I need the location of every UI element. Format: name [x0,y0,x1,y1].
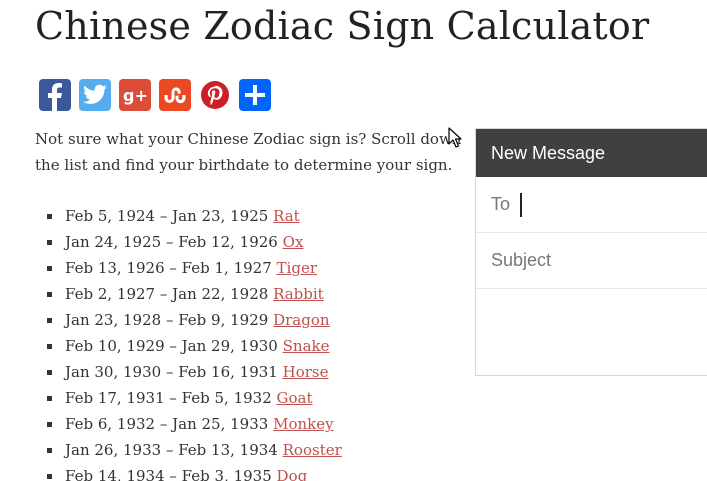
zodiac-date-range: Feb 14, 1934 – Feb 3, 1935 [65,467,272,481]
share-plus-icon [245,85,265,105]
text-caret [520,192,523,217]
compose-header[interactable]: New Message [476,129,707,177]
zodiac-list-item: Jan 26, 1933 – Feb 13, 1934 Rooster [47,437,342,463]
zodiac-list-item: Feb 10, 1929 – Jan 29, 1930 Snake [47,333,342,359]
zodiac-date-range: Feb 17, 1931 – Feb 5, 1932 [65,389,272,407]
zodiac-list-item: Feb 2, 1927 – Jan 22, 1928 Rabbit [47,281,342,307]
message-body-field[interactable] [476,289,707,377]
zodiac-sign-link[interactable]: Ox [283,233,304,251]
zodiac-date-range: Jan 30, 1930 – Feb 16, 1931 [65,363,278,381]
facebook-icon [48,83,62,111]
zodiac-list-item: Jan 24, 1925 – Feb 12, 1926 Ox [47,229,342,255]
zodiac-sign-link[interactable]: Snake [283,337,330,355]
new-message-compose-window: New Message To Subject [475,128,707,376]
google-plus-icon: g+ [123,86,148,105]
zodiac-list-item: Feb 17, 1931 – Feb 5, 1932 Goat [47,385,342,411]
subject-field[interactable]: Subject [476,233,707,289]
zodiac-sign-link[interactable]: Goat [277,389,313,407]
zodiac-date-range: Jan 26, 1933 – Feb 13, 1934 [65,441,278,459]
twitter-icon [83,84,107,104]
zodiac-date-range: Feb 2, 1927 – Jan 22, 1928 [65,285,269,303]
intro-text: Not sure what your Chinese Zodiac sign i… [35,130,462,174]
zodiac-list-item: Jan 23, 1928 – Feb 9, 1929 Dragon [47,307,342,333]
to-field[interactable]: To [476,177,707,233]
zodiac-list-item: Feb 6, 1932 – Jan 25, 1933 Monkey [47,411,342,437]
zodiac-date-range: Jan 24, 1925 – Feb 12, 1926 [65,233,278,251]
zodiac-list-item: Feb 13, 1926 – Feb 1, 1927 Tiger [47,255,342,281]
zodiac-list-item: Feb 5, 1924 – Jan 23, 1925 Rat [47,203,342,229]
pinterest-icon [201,81,229,109]
zodiac-list-item: Jan 30, 1930 – Feb 16, 1931 Horse [47,359,342,385]
zodiac-date-list: Feb 5, 1924 – Jan 23, 1925 Rat Jan 24, 19… [47,203,342,481]
share-button[interactable] [239,79,271,111]
zodiac-sign-link[interactable]: Rooster [283,441,342,459]
zodiac-sign-link[interactable]: Dragon [273,311,329,329]
google-plus-share-button[interactable]: g+ [119,79,151,111]
zodiac-sign-link[interactable]: Rat [273,207,300,225]
zodiac-date-range: Feb 13, 1926 – Feb 1, 1927 [65,259,272,277]
stumbleupon-icon [164,87,186,104]
svg-text:g+: g+ [123,86,148,105]
pinterest-share-button[interactable] [199,79,231,111]
page-title: Chinese Zodiac Sign Calculator [35,4,650,48]
zodiac-sign-link[interactable]: Dog [277,467,308,481]
zodiac-date-range: Feb 6, 1932 – Jan 25, 1933 [65,415,269,433]
social-share-bar: g+ [39,79,271,111]
facebook-share-button[interactable] [39,79,71,111]
stumbleupon-share-button[interactable] [159,79,191,111]
mouse-pointer-icon [448,127,462,148]
zodiac-list-item: Feb 14, 1934 – Feb 3, 1935 Dog [47,463,342,481]
subject-placeholder: Subject [491,250,552,270]
zodiac-date-range: Feb 10, 1929 – Jan 29, 1930 [65,337,278,355]
zodiac-sign-link[interactable]: Monkey [273,415,334,433]
zodiac-date-range: Jan 23, 1928 – Feb 9, 1929 [65,311,269,329]
zodiac-date-range: Feb 5, 1924 – Jan 23, 1925 [65,207,269,225]
twitter-share-button[interactable] [79,79,111,111]
zodiac-sign-link[interactable]: Rabbit [273,285,324,303]
zodiac-sign-link[interactable]: Tiger [277,259,317,277]
zodiac-sign-link[interactable]: Horse [283,363,329,381]
to-label: To [491,194,511,214]
